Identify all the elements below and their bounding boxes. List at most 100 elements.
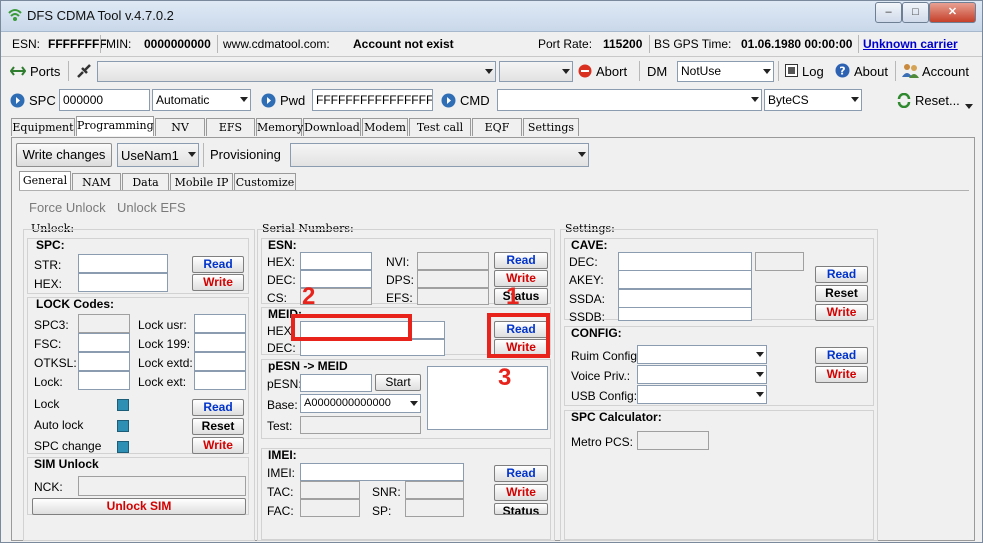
spc-mode-select[interactable]: Automatic [152,89,251,111]
snr-field[interactable] [405,481,464,499]
spc-read-button[interactable]: Read [192,256,244,273]
tab-eqf[interactable]: EQF [472,118,522,136]
config-read-button[interactable]: Read [815,347,868,364]
tab-customize[interactable]: Customize [234,173,296,191]
tab-mobile-ip[interactable]: Mobile IP [170,173,233,191]
cave-dec-field[interactable] [618,252,752,271]
cmd-input[interactable] [497,89,762,111]
tab-settings[interactable]: Settings [523,118,579,136]
pesn-result-box[interactable] [427,366,548,430]
akey-field[interactable] [618,270,752,289]
lock-field[interactable] [78,371,130,390]
lock-199-field[interactable] [194,333,246,352]
voice-priv-select[interactable] [637,365,767,384]
fsc-field[interactable] [78,333,130,352]
config-write-button[interactable]: Write [815,366,868,383]
esn-hex-field[interactable] [300,252,372,270]
cmd-mode-select[interactable]: ByteCS [764,89,862,111]
dm-select[interactable]: NotUse [677,61,774,82]
provisioning-select[interactable] [290,143,589,167]
unlock-sim-button[interactable]: Unlock SIM [32,498,246,515]
account-button[interactable]: Account [922,64,969,79]
fac-field[interactable] [300,499,360,517]
abort-button[interactable]: Abort [596,64,627,79]
imei-read-button[interactable]: Read [494,465,548,482]
usb-config-select[interactable] [637,385,767,404]
spc-hex-field[interactable] [78,273,168,292]
base-select[interactable]: A0000000000000 [300,394,421,413]
tab-equipment[interactable]: Equipment [11,118,75,136]
tac-field[interactable] [300,481,360,499]
spc-str-field[interactable] [78,254,168,273]
close-button[interactable]: ✕ [929,2,976,23]
lock-usr-field[interactable] [194,314,246,333]
connect-plug-icon[interactable] [75,62,93,80]
chevron-down-icon[interactable] [965,98,973,109]
tab-modem[interactable]: Modem [362,118,408,136]
metro-pcs-field[interactable] [637,431,709,450]
force-unlock-link[interactable]: Force Unlock [29,200,106,215]
lock-extd-field[interactable] [194,352,246,371]
spc3-field[interactable] [78,314,130,333]
ruim-config-select[interactable] [637,345,767,364]
port-select[interactable] [97,61,496,82]
meid-dec-field[interactable] [300,339,445,356]
cmd-arrow-icon [441,93,456,108]
spc-change-checkbox[interactable] [117,441,129,453]
auto-lock-checkbox[interactable] [117,420,129,432]
pesn-field[interactable] [300,374,372,392]
cave-reset-button[interactable]: Reset [815,285,868,302]
cave-dec-extra-field[interactable] [755,252,804,271]
ports-button[interactable]: Ports [30,64,60,79]
sp-field[interactable] [405,499,464,517]
tab-nv[interactable]: NV [155,118,205,136]
write-changes-button[interactable]: Write changes [16,143,112,167]
toolbar-spc: SPC 000000 Automatic Pwd FFFFFFFFFFFFFFF… [1,87,982,115]
tab-nam[interactable]: NAM [72,173,121,191]
spc-write-button[interactable]: Write [192,274,244,291]
tab-test-call[interactable]: Test call [409,118,471,136]
spc-input[interactable]: 000000 [59,89,150,111]
tab-efs[interactable]: EFS [206,118,255,136]
ssda-field[interactable] [618,289,752,308]
nvi-field[interactable] [417,252,489,270]
about-button[interactable]: About [854,64,888,79]
unlock-efs-link[interactable]: Unlock EFS [117,200,186,215]
maximize-button[interactable]: □ [902,2,929,23]
tab-data[interactable]: Data [122,173,169,191]
dps-field[interactable] [417,270,489,288]
lock-reset-button[interactable]: Reset [192,418,244,435]
imei-status-button[interactable]: Status [494,503,548,515]
lock-ext-field[interactable] [194,371,246,390]
test-field[interactable] [300,416,421,434]
efs-field[interactable] [417,288,489,305]
cave-write-button[interactable]: Write [815,304,868,321]
lock-write-button[interactable]: Write [192,437,244,454]
tab-programming[interactable]: Programming [76,116,154,136]
pwd-input[interactable]: FFFFFFFFFFFFFFFF [312,89,433,111]
tab-memory[interactable]: Memory [256,118,303,136]
port-mode-select[interactable] [499,61,573,82]
minimize-button[interactable]: – [875,2,902,23]
ssdb-field[interactable] [618,307,752,321]
pesn-start-button[interactable]: Start [375,374,421,391]
toolbar-ports: Ports Abort DM NotUse Log ? About Accoun… [1,57,982,86]
cmd-label: CMD [460,93,490,108]
otksl-field[interactable] [78,352,130,371]
lock-199-label: Lock 199: [138,337,191,351]
esn-status-button[interactable]: Status [494,288,548,305]
imei-write-button[interactable]: Write [494,484,548,501]
carrier-link[interactable]: Unknown carrier [863,37,958,51]
esn-write-button[interactable]: Write [494,270,548,287]
nck-field[interactable] [78,476,246,496]
imei-field[interactable] [300,463,464,481]
cave-read-button[interactable]: Read [815,266,868,283]
tab-general[interactable]: General [19,171,71,191]
esn-read-button[interactable]: Read [494,252,548,269]
lock-read-button[interactable]: Read [192,399,244,416]
tab-download[interactable]: Download [303,118,361,136]
nam-select[interactable]: UseNam1 [117,143,199,167]
reset-menu-button[interactable]: Reset... [915,93,960,108]
lock-checkbox[interactable] [117,399,129,411]
log-button[interactable]: Log [802,64,824,79]
